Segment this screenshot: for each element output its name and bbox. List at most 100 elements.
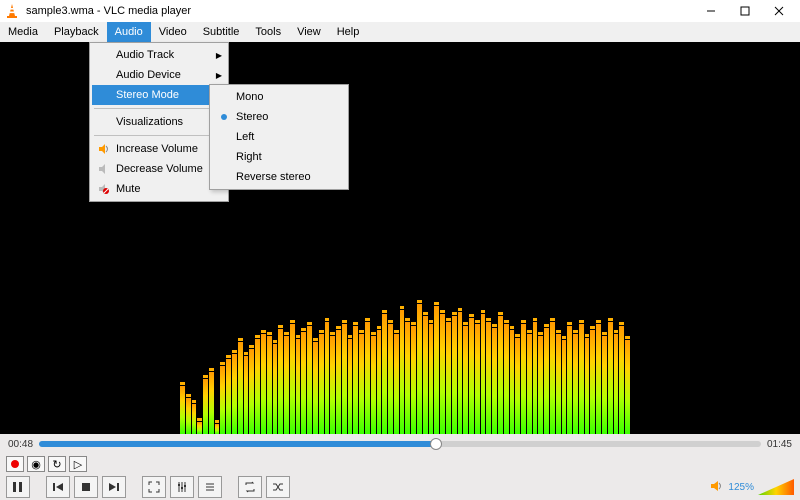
spectrum-bar xyxy=(307,326,312,434)
minimize-button[interactable] xyxy=(694,1,728,21)
spectrum-bar xyxy=(232,354,237,434)
stop-button[interactable] xyxy=(74,476,98,498)
frame-step-button[interactable]: ▷ xyxy=(69,456,87,472)
shuffle-icon xyxy=(272,481,284,493)
spectrum-bar xyxy=(301,332,306,434)
seek-fill xyxy=(39,441,436,447)
spectrum-bar xyxy=(556,334,561,434)
spectrum-bar xyxy=(498,316,503,434)
stereo-mono-item[interactable]: Mono xyxy=(212,87,346,107)
playlist-button[interactable] xyxy=(198,476,222,498)
menu-help[interactable]: Help xyxy=(329,22,368,42)
spectrum-bar xyxy=(625,340,630,434)
shuffle-button[interactable] xyxy=(266,476,290,498)
increase-volume-label: Increase Volume xyxy=(116,143,198,155)
stereo-left-item[interactable]: Left xyxy=(212,127,346,147)
menu-video[interactable]: Video xyxy=(151,22,195,42)
menu-view[interactable]: View xyxy=(289,22,329,42)
control-toolbar: 125% xyxy=(0,474,800,500)
spectrum-bar xyxy=(180,386,185,434)
spectrum-bar xyxy=(192,404,197,434)
spectrum-bar xyxy=(278,329,283,434)
seek-slider[interactable] xyxy=(39,441,761,447)
audio-track-label: Audio Track xyxy=(116,49,174,61)
snapshot-button[interactable]: ◉ xyxy=(27,456,45,472)
menu-separator xyxy=(94,135,224,136)
visualizations-item[interactable]: Visualizations▶ xyxy=(92,112,226,132)
visualization-bars xyxy=(180,234,630,434)
audio-device-label: Audio Device xyxy=(116,69,181,81)
spectrum-bar xyxy=(209,372,214,434)
previous-button[interactable] xyxy=(46,476,70,498)
spectrum-bar xyxy=(313,342,318,434)
stereo-stereo-item[interactable]: Stereo xyxy=(212,107,346,127)
audio-track-item[interactable]: Audio Track▶ xyxy=(92,45,226,65)
close-button[interactable] xyxy=(762,1,796,21)
record-button[interactable] xyxy=(6,456,24,472)
volume-slider[interactable] xyxy=(758,479,794,495)
spectrum-bar xyxy=(423,316,428,434)
spectrum-bar xyxy=(296,339,301,434)
spectrum-bar xyxy=(538,336,543,434)
extended-settings-button[interactable] xyxy=(170,476,194,498)
stereo-mode-item[interactable]: Stereo Mode▶ xyxy=(92,85,226,105)
spectrum-bar xyxy=(394,334,399,434)
spectrum-bar xyxy=(527,334,532,434)
spectrum-bar xyxy=(596,324,601,434)
spectrum-bar xyxy=(290,324,295,434)
next-button[interactable] xyxy=(102,476,126,498)
time-total: 01:45 xyxy=(767,439,792,450)
spectrum-bar xyxy=(614,334,619,434)
spectrum-bar xyxy=(273,344,278,434)
spectrum-bar xyxy=(348,339,353,434)
spectrum-bar xyxy=(342,324,347,434)
decrease-volume-label: Decrease Volume xyxy=(116,163,203,175)
vlc-cone-icon xyxy=(4,3,20,19)
titlebar: sample3.wma - VLC media player xyxy=(0,0,800,22)
volume-up-icon xyxy=(96,143,112,155)
spectrum-bar xyxy=(215,424,220,434)
stereo-left-label: Left xyxy=(236,131,254,143)
skip-back-icon xyxy=(52,481,64,493)
play-pause-button[interactable] xyxy=(6,476,30,498)
spectrum-bar xyxy=(359,334,364,434)
spectrum-bar xyxy=(382,314,387,434)
loop-button[interactable] xyxy=(238,476,262,498)
spectrum-bar xyxy=(411,326,416,434)
spectrum-bar xyxy=(446,322,451,434)
menu-tools[interactable]: Tools xyxy=(247,22,289,42)
maximize-button[interactable] xyxy=(728,1,762,21)
seek-knob[interactable] xyxy=(430,438,442,450)
spectrum-bar xyxy=(481,314,486,434)
menu-playback[interactable]: Playback xyxy=(46,22,107,42)
stereo-right-item[interactable]: Right xyxy=(212,147,346,167)
audio-submenu: Audio Track▶ Audio Device▶ Stereo Mode▶ … xyxy=(89,42,229,202)
spectrum-bar xyxy=(226,359,231,434)
menu-media[interactable]: Media xyxy=(0,22,46,42)
menu-audio[interactable]: Audio xyxy=(107,22,151,42)
speaker-icon[interactable] xyxy=(710,479,724,496)
spectrum-bar xyxy=(608,322,613,434)
spectrum-bar xyxy=(330,336,335,434)
stereo-reverse-item[interactable]: Reverse stereo xyxy=(212,167,346,187)
spectrum-bar xyxy=(186,398,191,434)
record-icon xyxy=(11,460,19,468)
mute-item[interactable]: Mute xyxy=(92,179,226,199)
spectrum-bar xyxy=(255,339,260,434)
audio-device-item[interactable]: Audio Device▶ xyxy=(92,65,226,85)
atob-loop-button[interactable]: ↻ xyxy=(48,456,66,472)
spectrum-bar xyxy=(434,306,439,434)
spectrum-bar xyxy=(220,366,225,434)
menu-subtitle[interactable]: Subtitle xyxy=(195,22,248,42)
spectrum-bar xyxy=(562,340,567,434)
spectrum-bar xyxy=(353,326,358,434)
increase-volume-item[interactable]: Increase Volume xyxy=(92,139,226,159)
stereo-stereo-label: Stereo xyxy=(236,111,268,123)
fullscreen-button[interactable] xyxy=(142,476,166,498)
stereo-reverse-label: Reverse stereo xyxy=(236,171,311,183)
spectrum-bar xyxy=(590,330,595,434)
loop-icon xyxy=(244,481,256,493)
spectrum-bar xyxy=(463,326,468,434)
decrease-volume-item[interactable]: Decrease Volume xyxy=(92,159,226,179)
spectrum-bar xyxy=(417,304,422,434)
